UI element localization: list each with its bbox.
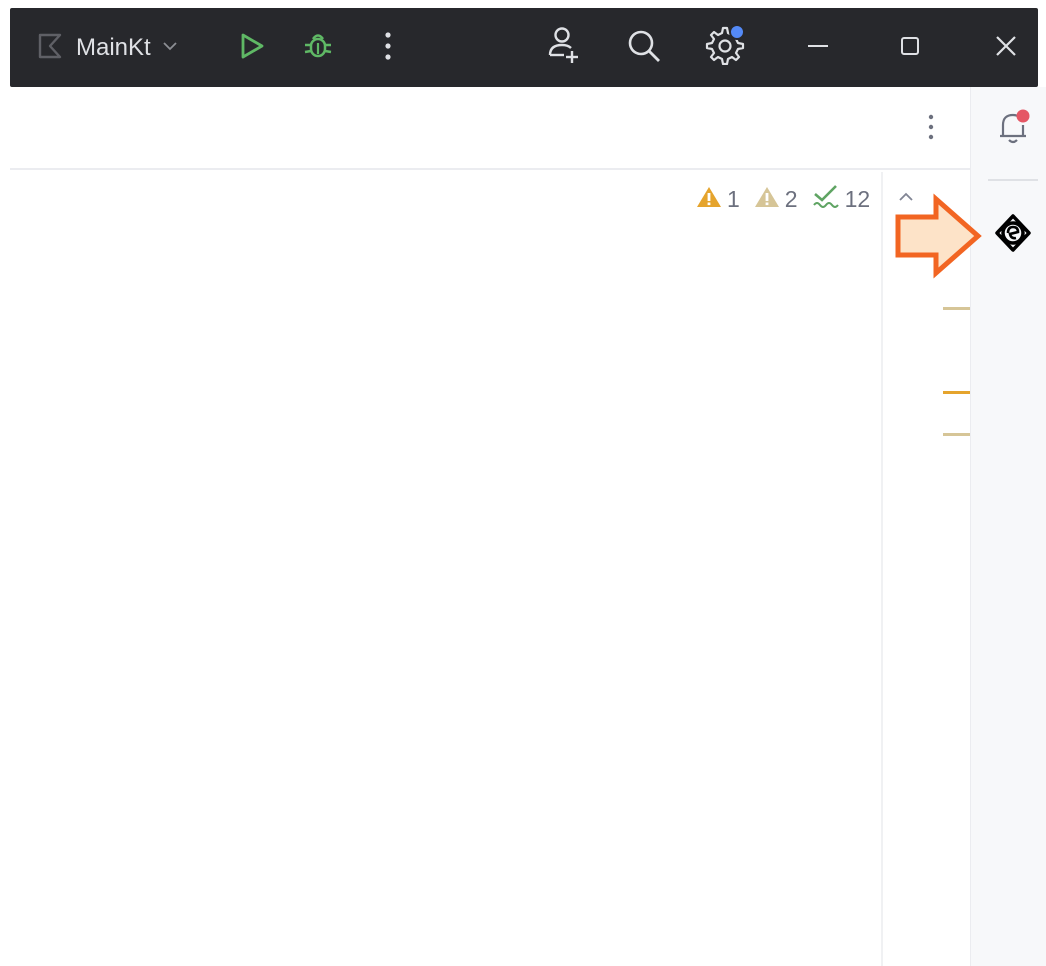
run-button[interactable]: [230, 26, 274, 70]
inspection-weak-warnings-count: 2: [784, 185, 798, 212]
play-icon: [237, 31, 267, 66]
run-configuration-selector[interactable]: MainKt: [36, 28, 179, 68]
error-stripe-marker[interactable]: [943, 433, 971, 436]
inspection-typos-count: 12: [844, 185, 871, 212]
inspection-errors[interactable]: 1: [696, 185, 740, 214]
ai-assistant-icon: [993, 213, 1033, 258]
title-bar: MainKt: [10, 8, 1038, 87]
search-icon: [626, 28, 662, 69]
editor-tab-options-button[interactable]: [916, 111, 946, 147]
editor-tab-bar: [10, 87, 970, 170]
inspection-typos[interactable]: 12: [812, 183, 871, 216]
editor-scrollbar-track: [881, 172, 883, 966]
square-icon: [898, 34, 922, 63]
bell-icon: [993, 107, 1033, 152]
ai-assistant-button[interactable]: [988, 210, 1038, 260]
callout-arrow-icon: [892, 193, 986, 284]
gear-icon: [703, 23, 745, 70]
run-configuration-label: MainKt: [76, 34, 151, 61]
inspection-widget[interactable]: 1 2 12: [696, 182, 880, 216]
debug-button[interactable]: [296, 26, 340, 70]
kotlin-file-icon: [36, 31, 66, 66]
search-everywhere-button[interactable]: [622, 26, 666, 70]
error-stripe-marker[interactable]: [943, 307, 971, 310]
warning-icon: [696, 185, 722, 214]
code-with-me-button[interactable]: [542, 25, 586, 69]
code-editor[interactable]: [10, 171, 970, 966]
close-icon: [994, 34, 1018, 63]
maximize-button[interactable]: [888, 26, 932, 70]
add-user-icon: [546, 25, 582, 70]
more-actions-button[interactable]: [366, 26, 410, 70]
minimize-button[interactable]: [796, 26, 840, 70]
typo-check-icon: [812, 183, 840, 216]
inspection-weak-warnings[interactable]: 2: [754, 185, 798, 214]
close-window-button[interactable]: [984, 26, 1028, 70]
notifications-button[interactable]: [988, 104, 1038, 154]
error-stripe-marker[interactable]: [943, 391, 971, 394]
warning-icon: [754, 185, 780, 214]
minimize-icon: [806, 34, 830, 63]
settings-button[interactable]: [702, 23, 746, 70]
bug-icon: [302, 30, 334, 67]
more-vertical-icon: [927, 113, 935, 146]
tool-window-divider: [988, 179, 1038, 181]
more-vertical-icon: [383, 30, 393, 67]
chevron-down-icon: [161, 37, 179, 60]
inspection-errors-count: 1: [727, 185, 740, 212]
